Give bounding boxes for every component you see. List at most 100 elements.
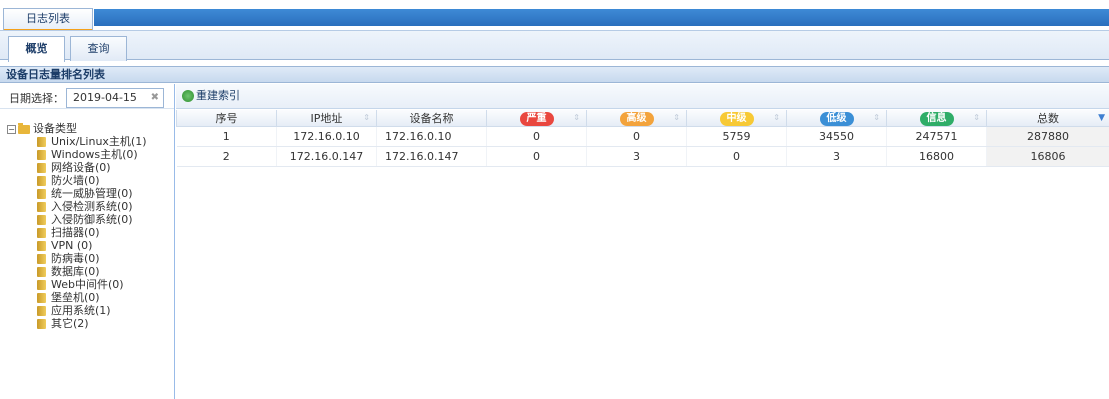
critical-badge: 严重 [519, 111, 554, 126]
cell-critical: 0 [486, 146, 587, 167]
date-filter: 日期选择： 2019-04-15 ✖ [0, 84, 174, 109]
tab-log-list[interactable]: 日志列表 [3, 8, 93, 32]
col-header-index[interactable]: 序号 [176, 110, 277, 127]
tab-query-label: 查询 [87, 42, 110, 55]
folder-icon [37, 163, 46, 173]
folder-icon [37, 176, 46, 186]
folder-icon [37, 267, 46, 277]
tree-item[interactable]: 堡垒机(0) [37, 291, 147, 304]
tree-item[interactable]: 网络设备(0) [37, 161, 147, 174]
col-header-info[interactable]: 信息 ⇕ [886, 110, 987, 127]
tree-item[interactable]: 防火墙(0) [37, 174, 147, 187]
high-badge: 高级 [619, 111, 654, 126]
tree-item-label: Windows主机(0) [51, 148, 138, 161]
col-header-index-label: 序号 [215, 112, 238, 125]
tree-root-label: 设备类型 [33, 122, 77, 135]
tree-item[interactable]: 其它(2) [37, 317, 147, 330]
col-header-name-label: 设备名称 [409, 112, 454, 125]
folder-icon [37, 293, 46, 303]
close-icon[interactable]: ✖ [151, 89, 159, 107]
tab-query[interactable]: 查询 [70, 36, 127, 61]
folder-icon [37, 137, 46, 147]
info-badge: 信息 [919, 111, 954, 126]
col-header-total[interactable]: 总数 ▼ [986, 110, 1109, 127]
panel-title: 设备日志量排名列表 [0, 66, 1109, 83]
folder-icon [37, 280, 46, 290]
sort-icon: ⇕ [573, 113, 580, 122]
sort-icon: ⇕ [873, 113, 880, 122]
cell-medium: 0 [686, 146, 787, 167]
cell-ip: 172.16.0.10 [276, 126, 377, 147]
low-badge: 低级 [819, 111, 854, 126]
tree-item-label: 入侵检测系统(0) [51, 200, 133, 213]
tab-overview[interactable]: 概览 [8, 36, 65, 62]
table-header-row: 序号 IP地址 ⇕ 设备名称 严重 ⇕ 高级 ⇕ 中级 ⇕ 低级 ⇕ 信息 ⇕ 总数 ▼ [176, 110, 1109, 127]
col-header-ip[interactable]: IP地址 ⇕ [276, 110, 377, 127]
date-filter-label: 日期选择： [9, 92, 64, 105]
tree-item[interactable]: 数据库(0) [37, 265, 147, 278]
tab-overview-label: 概览 [25, 42, 48, 55]
sort-icon: ⇕ [673, 113, 680, 122]
tree-item-label: 防火墙(0) [51, 174, 100, 187]
folder-icon [37, 254, 46, 264]
col-header-name[interactable]: 设备名称 [376, 110, 487, 127]
tree-item-label: Web中间件(0) [51, 278, 124, 291]
table-row[interactable]: 1 172.16.0.10 172.16.0.10 0 0 5759 34550… [176, 126, 1109, 147]
tree-list: Unix/Linux主机(1) Windows主机(0) 网络设备(0) 防火墙… [7, 135, 147, 330]
tree-item-label: 防病毒(0) [51, 252, 100, 265]
sort-icon: ⇕ [973, 113, 980, 122]
tree-item[interactable]: 应用系统(1) [37, 304, 147, 317]
rebuild-index-button[interactable]: 重建索引 [182, 89, 240, 103]
refresh-icon [182, 90, 194, 102]
tree-item[interactable]: 入侵检测系统(0) [37, 200, 147, 213]
folder-icon [37, 319, 46, 329]
log-ranking-pane: 重建索引 序号 IP地址 ⇕ 设备名称 严重 ⇕ 高级 ⇕ 中级 ⇕ 低级 ⇕ 信息 ⇕ 总… [176, 84, 1109, 399]
cell-high: 3 [586, 146, 687, 167]
rebuild-index-label: 重建索引 [196, 89, 240, 102]
date-input[interactable]: 2019-04-15 ✖ [66, 88, 164, 108]
device-type-tree: − 设备类型 Unix/Linux主机(1) Windows主机(0) 网络设备(… [7, 122, 147, 330]
cell-info: 16800 [886, 146, 987, 167]
sub-tab-bar: 概览 查询 [0, 30, 1109, 62]
tab-strip-band [94, 9, 1109, 26]
col-header-critical[interactable]: 严重 ⇕ [486, 110, 587, 127]
tree-item[interactable]: 入侵防御系统(0) [37, 213, 147, 226]
tree-item-label: Unix/Linux主机(1) [51, 135, 147, 148]
table-row[interactable]: 2 172.16.0.147 172.16.0.147 0 3 0 3 1680… [176, 146, 1109, 167]
tree-root[interactable]: − 设备类型 [7, 122, 147, 135]
tree-item-label: 堡垒机(0) [51, 291, 100, 304]
log-ranking-table: 序号 IP地址 ⇕ 设备名称 严重 ⇕ 高级 ⇕ 中级 ⇕ 低级 ⇕ 信息 ⇕ 总数 ▼ 1 … [176, 110, 1109, 167]
cell-high: 0 [586, 126, 687, 147]
sort-icon: ⇕ [363, 113, 370, 122]
col-header-medium[interactable]: 中级 ⇕ [686, 110, 787, 127]
tree-item[interactable]: Web中间件(0) [37, 278, 147, 291]
folder-icon [37, 202, 46, 212]
cell-info: 247571 [886, 126, 987, 147]
tree-item-label: 扫描器(0) [51, 226, 100, 239]
cell-low: 3 [786, 146, 887, 167]
tree-item-label: 入侵防御系统(0) [51, 213, 133, 226]
folder-icon [37, 228, 46, 238]
tree-item[interactable]: 扫描器(0) [37, 226, 147, 239]
folder-icon [18, 122, 30, 134]
tree-item-label: 数据库(0) [51, 265, 100, 278]
tree-item[interactable]: 统一威胁管理(0) [37, 187, 147, 200]
folder-icon [37, 241, 46, 251]
date-input-value: 2019-04-15 [73, 91, 137, 104]
cell-name: 172.16.0.10 [376, 126, 487, 147]
cell-low: 34550 [786, 126, 887, 147]
tree-item[interactable]: Unix/Linux主机(1) [37, 135, 147, 148]
folder-icon [37, 189, 46, 199]
col-header-high[interactable]: 高级 ⇕ [586, 110, 687, 127]
cell-ip: 172.16.0.147 [276, 146, 377, 167]
collapse-icon[interactable]: − [7, 124, 16, 134]
tree-item[interactable]: Windows主机(0) [37, 148, 147, 161]
tree-item[interactable]: VPN (0) [37, 239, 147, 252]
folder-icon [37, 306, 46, 316]
top-tab-strip: 日志列表 [0, 0, 1109, 32]
cell-critical: 0 [486, 126, 587, 147]
tree-item[interactable]: 防病毒(0) [37, 252, 147, 265]
tab-log-list-label: 日志列表 [26, 12, 70, 25]
col-header-low[interactable]: 低级 ⇕ [786, 110, 887, 127]
cell-medium: 5759 [686, 126, 787, 147]
